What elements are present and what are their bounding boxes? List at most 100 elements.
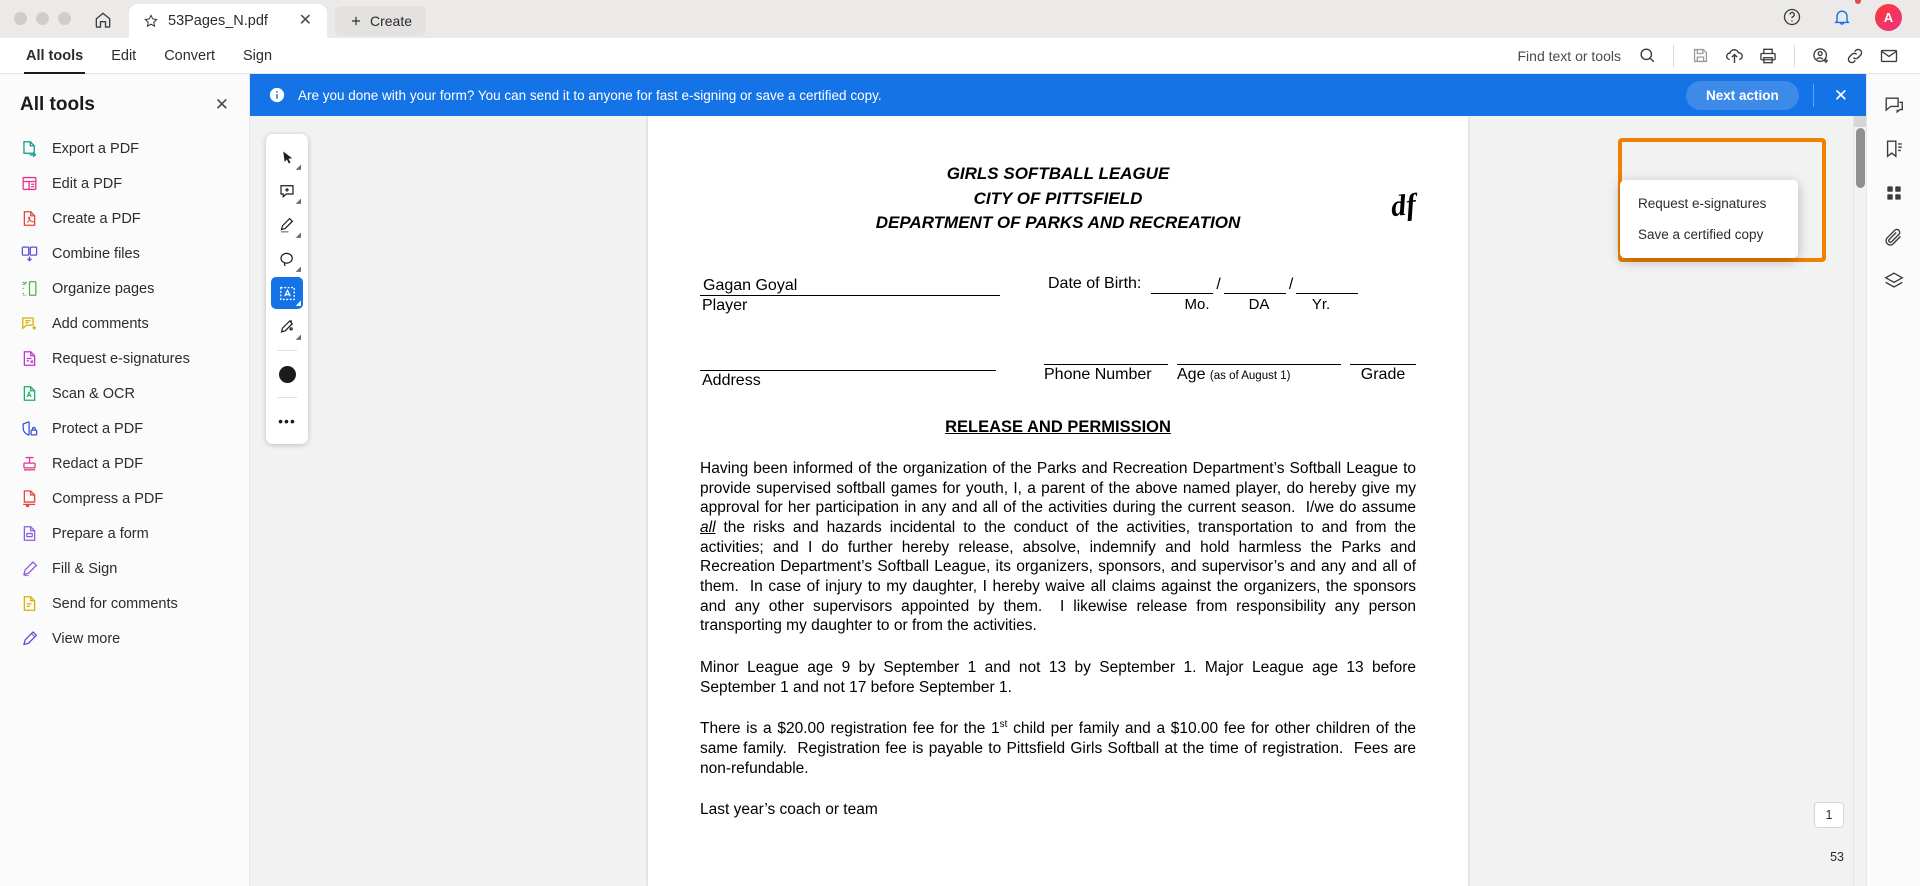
sidebar-item-label: View more <box>52 630 121 647</box>
notification-message: Are you done with your form? You can sen… <box>298 87 882 103</box>
league-age-paragraph: Minor League age 9 by September 1 and no… <box>700 658 1416 696</box>
create-button-label: Create <box>370 13 413 29</box>
more-dots-icon: ••• <box>278 413 296 429</box>
maximize-window-button[interactable] <box>58 11 71 25</box>
sidebar-item-export-a-pdf[interactable]: Export a PDF <box>0 131 249 166</box>
sidebar-item-add-comments[interactable]: Add comments <box>0 306 249 341</box>
menu-item-edit[interactable]: Edit <box>97 38 150 74</box>
release-title: RELEASE AND PERMISSION <box>945 417 1171 436</box>
document-content: GIRLS SOFTBALL LEAGUE CITY OF PITTSFIELD… <box>700 162 1418 820</box>
select-tool-button[interactable]: ◢ <box>271 141 303 173</box>
plus-icon <box>349 14 363 28</box>
link-icon[interactable] <box>1838 39 1872 73</box>
dob-inputs[interactable]: / / <box>1151 272 1359 294</box>
phone-age-grade-inputs[interactable] <box>1044 347 1416 365</box>
home-icon[interactable] <box>83 3 123 37</box>
pdf-page[interactable]: GIRLS SOFTBALL LEAGUE CITY OF PITTSFIELD… <box>648 116 1468 886</box>
attachments-panel-button[interactable] <box>1875 218 1913 256</box>
lasso-tool-button[interactable]: ◢ <box>271 243 303 275</box>
dropdown-item-request-e-signatures[interactable]: Request e-signatures <box>1620 188 1798 219</box>
total-pages-label: 53 <box>1830 850 1844 864</box>
textbox-tool-button[interactable]: ◢ <box>271 277 303 309</box>
page-number-indicator[interactable]: 1 <box>1814 802 1844 828</box>
info-icon <box>268 86 286 104</box>
signature-tool-button[interactable]: ◢ <box>271 311 303 343</box>
menubar-actions: Find text or tools <box>1518 39 1920 73</box>
close-icon[interactable]: ✕ <box>294 13 317 29</box>
address-input[interactable] <box>700 347 996 371</box>
email-icon[interactable] <box>1872 39 1906 73</box>
viewer-scrollbar[interactable] <box>1853 116 1866 886</box>
sidebar-close-icon[interactable]: ✕ <box>209 92 235 117</box>
divider <box>277 397 297 398</box>
thumbnails-panel-button[interactable] <box>1875 174 1913 212</box>
player-input[interactable]: Gagan Goyal <box>700 272 1000 296</box>
sidebar-item-combine-files[interactable]: Combine files <box>0 236 249 271</box>
grade-input[interactable] <box>1350 347 1416 365</box>
sidebar-header: All tools ✕ <box>0 82 249 131</box>
notification-close-icon[interactable]: ✕ <box>1828 87 1854 104</box>
sidebar-item-label: Redact a PDF <box>52 455 144 472</box>
age-input[interactable] <box>1177 347 1341 365</box>
avatar[interactable]: A <box>1875 3 1902 31</box>
upload-cloud-icon[interactable] <box>1717 39 1751 73</box>
print-icon[interactable] <box>1751 39 1785 73</box>
sidebar-item-label: Add comments <box>52 315 149 332</box>
create-pdf-icon <box>20 209 39 228</box>
comment-tool-button[interactable]: ◢ <box>271 175 303 207</box>
highlight-tool-button[interactable]: ◢ <box>271 209 303 241</box>
dob-day-input[interactable] <box>1223 272 1286 294</box>
close-window-button[interactable] <box>14 11 27 25</box>
prepare-form-icon <box>20 524 39 543</box>
bookmarks-panel-button[interactable] <box>1875 130 1913 168</box>
phone-age-grade-labels: Phone Number Age (as of August 1) Grade <box>1044 365 1416 384</box>
chevron-down-icon: ◢ <box>295 232 301 239</box>
color-swatch-button[interactable] <box>271 358 303 390</box>
sidebar-item-create-a-pdf[interactable]: Create a PDF <box>0 201 249 236</box>
find-label: Find text or tools <box>1517 47 1622 64</box>
floating-tool-palette: ◢ ◢ ◢ ◢ ◢ ◢ ••• <box>266 134 308 444</box>
more-options-button[interactable]: ••• <box>271 405 303 437</box>
menu-item-convert[interactable]: Convert <box>150 38 229 74</box>
dob-year-input[interactable] <box>1296 272 1359 294</box>
sidebar-item-fill-and-sign[interactable]: Fill & Sign <box>0 551 249 586</box>
layers-panel-button[interactable] <box>1875 262 1913 300</box>
pdf-viewer: Are you done with your form? You can sen… <box>250 74 1866 886</box>
create-button[interactable]: Create <box>335 6 427 36</box>
sidebar-item-organize-pages[interactable]: Organize pages <box>0 271 249 306</box>
sidebar-item-protect-a-pdf[interactable]: Protect a PDF <box>0 411 249 446</box>
dob-month-input[interactable] <box>1151 272 1214 294</box>
scrollbar-up-button[interactable] <box>1854 116 1866 127</box>
minimize-window-button[interactable] <box>36 11 49 25</box>
comments-panel-button[interactable] <box>1875 86 1913 124</box>
document-tab[interactable]: 53Pages_N.pdf ✕ <box>129 4 327 38</box>
dropdown-item-save-a-certified-copy[interactable]: Save a certified copy <box>1620 219 1798 250</box>
sidebar-item-prepare-a-form[interactable]: Prepare a form <box>0 516 249 551</box>
window-controls[interactable] <box>14 0 71 38</box>
chevron-down-icon: ◢ <box>295 334 301 341</box>
sidebar-item-view-more[interactable]: View more <box>0 621 249 656</box>
help-circle-icon[interactable] <box>1775 0 1809 34</box>
next-action-button[interactable]: Next action <box>1685 80 1799 110</box>
chevron-down-icon: ◢ <box>295 300 301 307</box>
fill-sign-icon <box>20 559 39 578</box>
sidebar-item-send-for-comments[interactable]: Send for comments <box>0 586 249 621</box>
menu-item-all-tools[interactable]: All tools <box>12 38 97 74</box>
search-icon[interactable] <box>1630 39 1664 73</box>
star-icon[interactable] <box>143 13 159 29</box>
address-field-group: Address <box>700 347 996 390</box>
sidebar-item-scan-and-ocr[interactable]: Scan & OCR <box>0 376 249 411</box>
sidebar-item-label: Edit a PDF <box>52 175 123 192</box>
sidebar-item-request-e-signatures[interactable]: Request e-signatures <box>0 341 249 376</box>
sidebar-item-edit-a-pdf[interactable]: Edit a PDF <box>0 166 249 201</box>
add-person-icon[interactable] <box>1804 39 1838 73</box>
save-icon[interactable] <box>1683 39 1717 73</box>
bell-icon[interactable] <box>1825 0 1862 34</box>
scan-ocr-icon <box>20 384 39 403</box>
sidebar-item-compress-a-pdf[interactable]: Compress a PDF <box>0 481 249 516</box>
menu-item-sign[interactable]: Sign <box>229 38 286 74</box>
scrollbar-thumb[interactable] <box>1856 128 1865 188</box>
sidebar-tool-list: Export a PDF Edit a PDF Create a PDF Com… <box>0 131 249 656</box>
phone-input[interactable] <box>1044 347 1168 365</box>
sidebar-item-redact-a-pdf[interactable]: Redact a PDF <box>0 446 249 481</box>
